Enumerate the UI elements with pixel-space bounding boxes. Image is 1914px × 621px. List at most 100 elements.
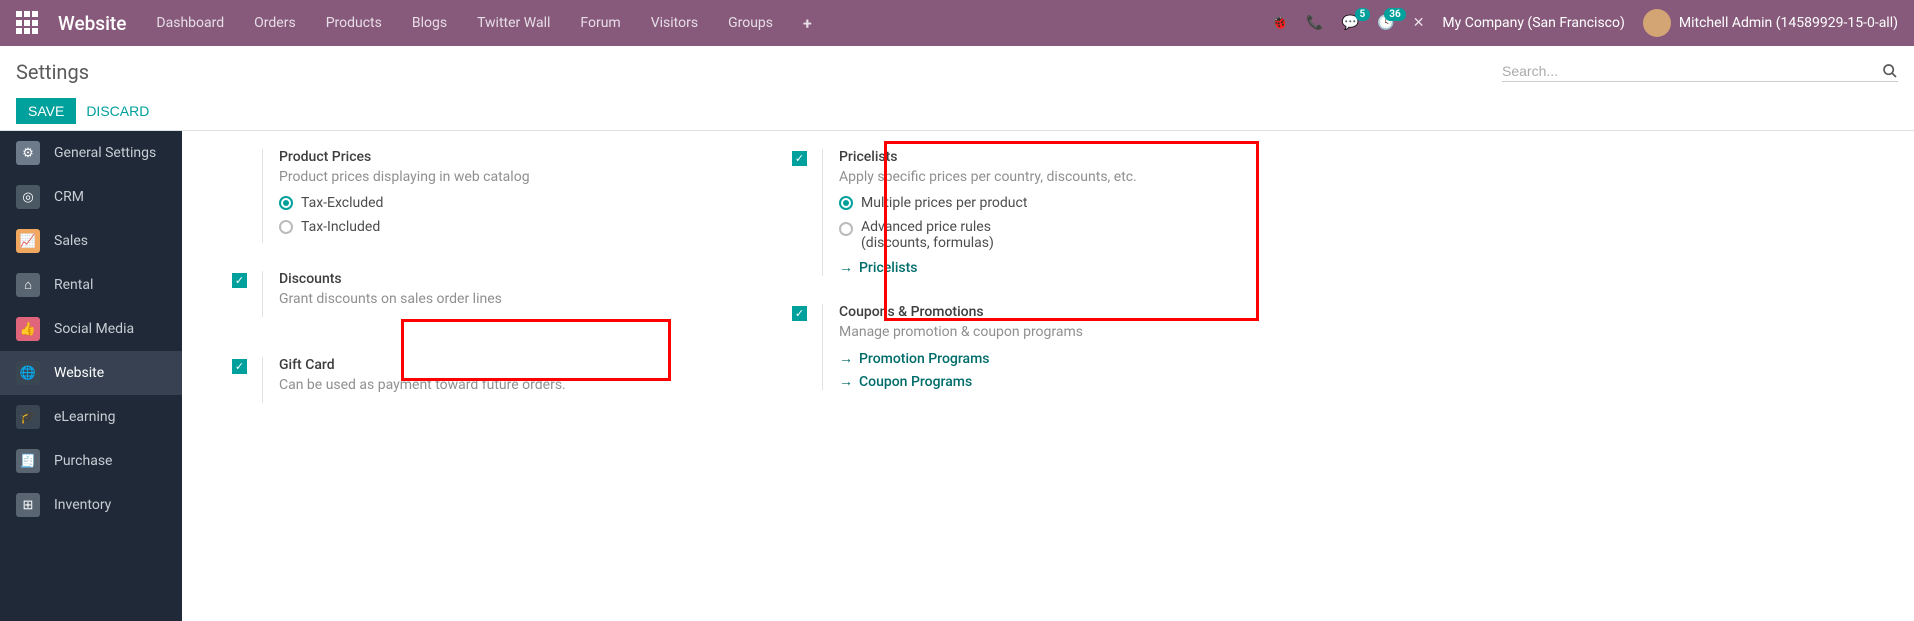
brand-label[interactable]: Website <box>58 12 126 35</box>
topnav-right: 🐞 📞 💬5 🕓36 ✕ My Company (San Francisco) … <box>1271 9 1898 37</box>
sidebar-item-label: General Settings <box>54 145 156 161</box>
globe-icon: 🌐 <box>16 361 40 385</box>
setting-title: Discounts <box>279 271 742 287</box>
nav-blogs[interactable]: Blogs <box>412 15 447 31</box>
main: ⚙ General Settings ◎ CRM 📈 Sales ⌂ Rental 👍 S… <box>0 131 1914 621</box>
radio-label: Multiple prices per product <box>861 195 1027 211</box>
receipt-icon: 🧾 <box>16 449 40 473</box>
phone-icon[interactable]: 📞 <box>1306 15 1323 31</box>
nav-visitors[interactable]: Visitors <box>651 15 698 31</box>
setting-product-prices: Product Prices Product prices displaying… <box>222 149 742 243</box>
search-input[interactable] <box>1502 63 1872 79</box>
checkbox-gift-card[interactable]: ✓ <box>232 359 247 374</box>
radio-icon <box>839 222 853 236</box>
link-promotion-programs[interactable]: →Promotion Programs <box>839 350 1302 367</box>
sidebar-item-crm[interactable]: ◎ CRM <box>0 175 182 219</box>
setting-pricelists: ✓ Pricelists Apply specific prices per c… <box>782 149 1302 276</box>
sidebar-item-website[interactable]: 🌐 Website <box>0 351 182 395</box>
chart-icon: 📈 <box>16 229 40 253</box>
link-label: Pricelists <box>859 260 917 276</box>
sidebar-item-label: eLearning <box>54 409 115 425</box>
settings-col-left: Product Prices Product prices displaying… <box>222 149 742 431</box>
sidebar-item-label: Website <box>54 365 104 381</box>
user-menu[interactable]: Mitchell Admin (14589929-15-0-all) <box>1643 9 1898 37</box>
sidebar-item-purchase[interactable]: 🧾 Purchase <box>0 439 182 483</box>
sidebar-item-label: Inventory <box>54 497 111 513</box>
thumbs-up-icon: 👍 <box>16 317 40 341</box>
radio-icon <box>839 196 853 210</box>
user-name-label: Mitchell Admin (14589929-15-0-all) <box>1679 15 1898 31</box>
company-selector[interactable]: My Company (San Francisco) <box>1442 15 1624 31</box>
setting-coupons-promotions: ✓ Coupons & Promotions Manage promotion … <box>782 304 1302 390</box>
checkbox-pricelists[interactable]: ✓ <box>792 151 807 166</box>
nav-dashboard[interactable]: Dashboard <box>156 15 224 31</box>
radio-tax-excluded[interactable]: Tax-Excluded <box>279 195 742 211</box>
arrow-right-icon: → <box>839 373 853 390</box>
setting-title: Product Prices <box>279 149 742 165</box>
nav-orders[interactable]: Orders <box>254 15 296 31</box>
setting-gift-card: ✓ Gift Card Can be used as payment towar… <box>222 357 742 403</box>
link-pricelists[interactable]: → Pricelists <box>839 259 1302 276</box>
top-nav: Website Dashboard Orders Products Blogs … <box>0 0 1914 46</box>
apps-icon[interactable] <box>16 11 40 35</box>
setting-discounts: ✓ Discounts Grant discounts on sales ord… <box>222 271 742 317</box>
save-button[interactable]: SAVE <box>16 98 76 124</box>
link-label: Coupon Programs <box>859 374 972 390</box>
setting-desc: Manage promotion & coupon programs <box>839 324 1302 340</box>
sidebar-item-label: Rental <box>54 277 93 293</box>
nav-products[interactable]: Products <box>326 15 382 31</box>
setting-desc: Apply specific prices per country, disco… <box>839 169 1302 185</box>
nav-groups[interactable]: Groups <box>728 15 773 31</box>
search-wrap <box>1502 63 1898 82</box>
nav-forum[interactable]: Forum <box>580 15 620 31</box>
radio-multiple-prices[interactable]: Multiple prices per product <box>839 195 1302 211</box>
setting-title: Gift Card <box>279 357 742 373</box>
graduation-icon: 🎓 <box>16 405 40 429</box>
sidebar-item-label: Sales <box>54 233 88 249</box>
setting-desc: Product prices displaying in web catalog <box>279 169 742 185</box>
link-label: Promotion Programs <box>859 351 989 367</box>
sidebar-item-general-settings[interactable]: ⚙ General Settings <box>0 131 182 175</box>
checkbox-coupons[interactable]: ✓ <box>792 306 807 321</box>
radio-tax-included[interactable]: Tax-Included <box>279 219 742 235</box>
sidebar-item-sales[interactable]: 📈 Sales <box>0 219 182 263</box>
radio-label: Tax-Excluded <box>301 195 383 211</box>
page-title: Settings <box>16 60 89 84</box>
radio-icon <box>279 220 293 234</box>
grid-icon: ⊞ <box>16 493 40 517</box>
sidebar-item-label: Purchase <box>54 453 112 469</box>
setting-desc: Can be used as payment toward future ord… <box>279 377 742 393</box>
conversations-icon[interactable]: 💬5 <box>1342 15 1359 31</box>
target-icon: ◎ <box>16 185 40 209</box>
radio-advanced-rules[interactable]: Advanced price rules (discounts, formula… <box>839 219 1302 251</box>
arrow-right-icon: → <box>839 259 853 276</box>
control-panel: Settings SAVE DISCARD <box>0 46 1914 131</box>
radio-label: Advanced price rules (discounts, formula… <box>861 219 1041 251</box>
setting-title: Pricelists <box>839 149 1302 165</box>
checkbox-discounts[interactable]: ✓ <box>232 273 247 288</box>
close-icon[interactable]: ✕ <box>1413 15 1425 31</box>
radio-icon <box>279 196 293 210</box>
settings-col-right: ✓ Pricelists Apply specific prices per c… <box>782 149 1302 431</box>
sidebar-item-rental[interactable]: ⌂ Rental <box>0 263 182 307</box>
sidebar-item-elearning[interactable]: 🎓 eLearning <box>0 395 182 439</box>
link-coupon-programs[interactable]: → Coupon Programs <box>839 373 1302 390</box>
nav-add-icon[interactable]: + <box>803 14 812 33</box>
radio-label: Tax-Included <box>301 219 380 235</box>
avatar <box>1643 9 1671 37</box>
sidebar-item-inventory[interactable]: ⊞ Inventory <box>0 483 182 527</box>
sidebar-item-social-media[interactable]: 👍 Social Media <box>0 307 182 351</box>
activities-icon[interactable]: 🕓36 <box>1377 15 1394 31</box>
search-icon[interactable] <box>1882 63 1898 79</box>
sidebar-item-label: CRM <box>54 189 84 205</box>
settings-content: Product Prices Product prices displaying… <box>182 131 1914 621</box>
sidebar-item-label: Social Media <box>54 321 134 337</box>
debug-icon[interactable]: 🐞 <box>1271 15 1288 31</box>
nav-twitter-wall[interactable]: Twitter Wall <box>477 15 550 31</box>
setting-title: Coupons & Promotions <box>839 304 1302 320</box>
gear-icon: ⚙ <box>16 141 40 165</box>
settings-sidebar: ⚙ General Settings ◎ CRM 📈 Sales ⌂ Rental 👍 S… <box>0 131 182 621</box>
house-icon: ⌂ <box>16 273 40 297</box>
conversations-badge: 5 <box>1355 8 1371 21</box>
discard-button[interactable]: DISCARD <box>86 98 149 124</box>
